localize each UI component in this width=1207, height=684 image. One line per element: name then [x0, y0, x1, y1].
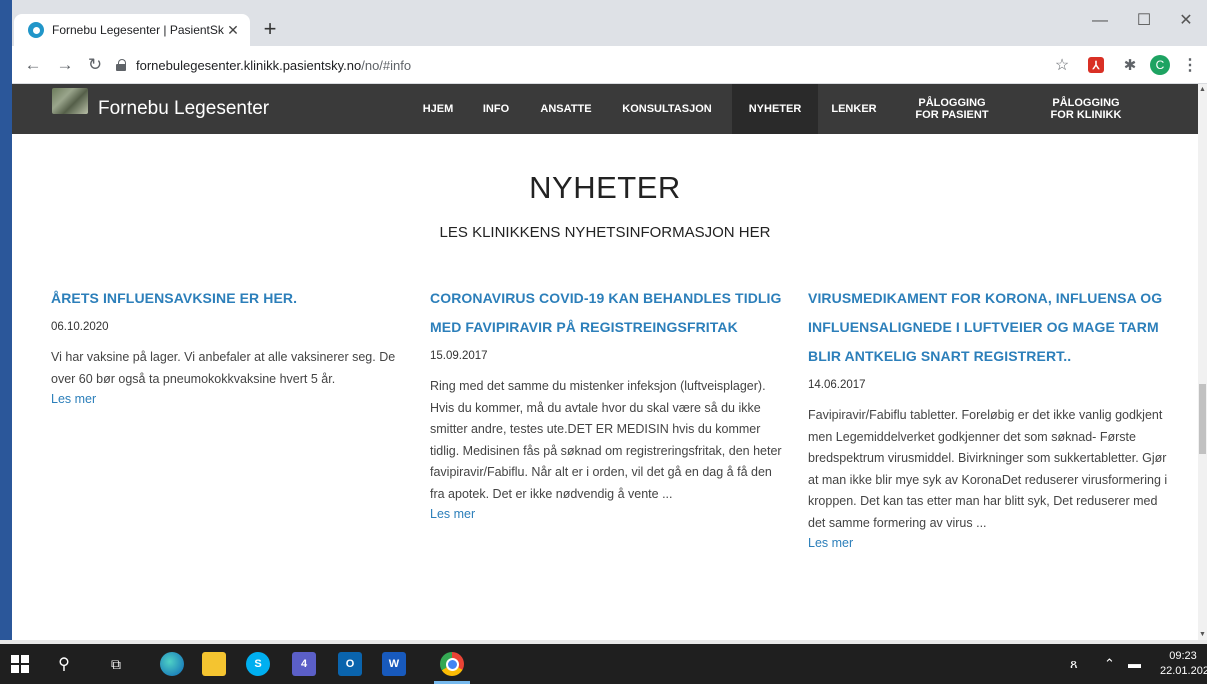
nav-item-ansatte[interactable]: ANSATTE — [534, 84, 598, 134]
news-date: 15.09.2017 — [430, 350, 488, 362]
extensions-puzzle-icon[interactable]: ✱ — [1120, 55, 1140, 75]
forward-arrow-icon[interactable]: → — [54, 54, 76, 76]
close-window-button[interactable]: ✕ — [1166, 8, 1206, 34]
scrollbar-thumb[interactable] — [1199, 384, 1206, 454]
nav-item-palogging-pasient[interactable]: PÅLOGGING FOR PASIENT — [900, 84, 1004, 134]
reload-icon[interactable]: ↻ — [84, 54, 106, 76]
battery-icon[interactable]: ▬ — [1128, 656, 1141, 671]
news-date: 14.06.2017 — [808, 379, 866, 391]
tab-title: Fornebu Legesenter | PasientSky — [52, 23, 224, 37]
nav-item-konsultasjon[interactable]: KONSULTASJON — [617, 84, 717, 134]
edge-browser-icon[interactable] — [160, 652, 184, 676]
news-title[interactable]: CORONAVIRUS COVID-19 KAN BEHANDLES TIDLI… — [430, 284, 784, 342]
read-more-link[interactable]: Les mer — [51, 392, 96, 406]
task-view-icon[interactable]: ⧉ — [104, 652, 128, 676]
teams-icon[interactable]: 4 — [292, 652, 316, 676]
tray-chevron-icon[interactable]: ⌃ — [1104, 656, 1115, 672]
browser-tabstrip: Fornebu Legesenter | PasientSky ✕ + — ☐ … — [0, 0, 1207, 46]
news-excerpt: Ring med det samme du mistenker infeksjo… — [430, 379, 782, 501]
page-scrollbar[interactable]: ▲ ▼ — [1198, 84, 1207, 640]
chrome-icon[interactable] — [440, 652, 464, 676]
word-icon[interactable]: W — [382, 652, 406, 676]
lock-icon — [116, 59, 128, 71]
nav-item-nyheter[interactable]: NYHETER — [732, 84, 818, 134]
profile-avatar[interactable]: C — [1150, 55, 1170, 75]
nav-item-info[interactable]: INFO — [476, 84, 516, 134]
read-more-link[interactable]: Les mer — [430, 507, 475, 521]
news-title[interactable]: ÅRETS INFLUENSAVKSINE ER HER. — [51, 284, 405, 313]
scroll-up-icon[interactable]: ▲ — [1199, 86, 1206, 93]
browser-menu-icon[interactable]: ⋮ — [1180, 55, 1200, 75]
back-arrow-icon[interactable]: ← — [22, 54, 44, 76]
brand-name[interactable]: Fornebu Legesenter — [98, 98, 269, 120]
url-host: fornebulegesenter.klinikk.pasientsky.no — [136, 57, 362, 73]
windows-start-icon[interactable] — [10, 654, 30, 674]
news-excerpt: Vi har vaksine på lager. Vi anbefaler at… — [51, 350, 396, 386]
site-navbar: Fornebu Legesenter HJEM INFO ANSATTE KON… — [12, 84, 1198, 134]
browser-tab[interactable]: Fornebu Legesenter | PasientSky ✕ — [14, 14, 250, 46]
section-title: NYHETER — [529, 170, 681, 205]
nav-item-palogging-klinikk[interactable]: PÅLOGGING FOR KLINIKK — [1034, 84, 1138, 134]
skype-icon[interactable]: S — [246, 652, 270, 676]
people-icon[interactable]: ጸ — [1070, 656, 1078, 672]
bookmark-star-icon[interactable]: ☆ — [1052, 55, 1072, 75]
site-favicon-icon — [28, 22, 44, 38]
nav-item-hjem[interactable]: HJEM — [416, 84, 460, 134]
outlook-icon[interactable]: O — [338, 652, 362, 676]
brand-logo-image[interactable] — [52, 88, 88, 114]
news-item: CORONAVIRUS COVID-19 KAN BEHANDLES TIDLI… — [430, 284, 784, 523]
minimize-button[interactable]: — — [1080, 8, 1120, 34]
news-item: ÅRETS INFLUENSAVKSINE ER HER. 06.10.2020… — [51, 284, 405, 408]
url-text: fornebulegesenter.klinikk.pasientsky.no/… — [136, 58, 411, 73]
news-item: VIRUSMEDIKAMENT FOR KORONA, INFLUENSA OG… — [808, 284, 1168, 552]
file-explorer-icon[interactable] — [202, 652, 226, 676]
nav-item-lenker[interactable]: LENKER — [824, 84, 884, 134]
clock-date: 22.01.2021 — [1160, 665, 1207, 677]
url-path: /no/#info — [361, 57, 412, 73]
news-excerpt: Favipiravir/Fabiflu tabletter. Foreløbig… — [808, 408, 1168, 530]
window-accent-border — [0, 0, 12, 684]
address-bar[interactable]: fornebulegesenter.klinikk.pasientsky.no/… — [116, 53, 1036, 77]
read-more-link[interactable]: Les mer — [808, 536, 853, 550]
system-clock[interactable]: 09:23 22.01.2021 — [1160, 649, 1207, 679]
search-icon[interactable]: ⚲ — [52, 652, 76, 676]
windows-taskbar: ⚲ ⧉ S 4 O W ጸ ⌃ ▬ 09:23 22.01.2021 — [0, 644, 1207, 684]
clock-time: 09:23 — [1169, 650, 1197, 662]
browser-toolbar: ← → ↻ fornebulegesenter.klinikk.pasients… — [12, 46, 1207, 84]
section-subtitle: LES KLINIKKENS NYHETSINFORMASJON HER — [439, 224, 771, 241]
news-title[interactable]: VIRUSMEDIKAMENT FOR KORONA, INFLUENSA OG… — [808, 284, 1168, 371]
pdf-extension-icon[interactable]: ⅄ — [1088, 57, 1104, 73]
maximize-button[interactable]: ☐ — [1124, 8, 1164, 34]
news-section: NYHETER LES KLINIKKENS NYHETSINFORMASJON… — [12, 134, 1198, 640]
news-date: 06.10.2020 — [51, 321, 109, 333]
tab-close-icon[interactable]: ✕ — [224, 21, 242, 39]
scroll-down-icon[interactable]: ▼ — [1199, 631, 1206, 638]
new-tab-button[interactable]: + — [258, 18, 282, 42]
